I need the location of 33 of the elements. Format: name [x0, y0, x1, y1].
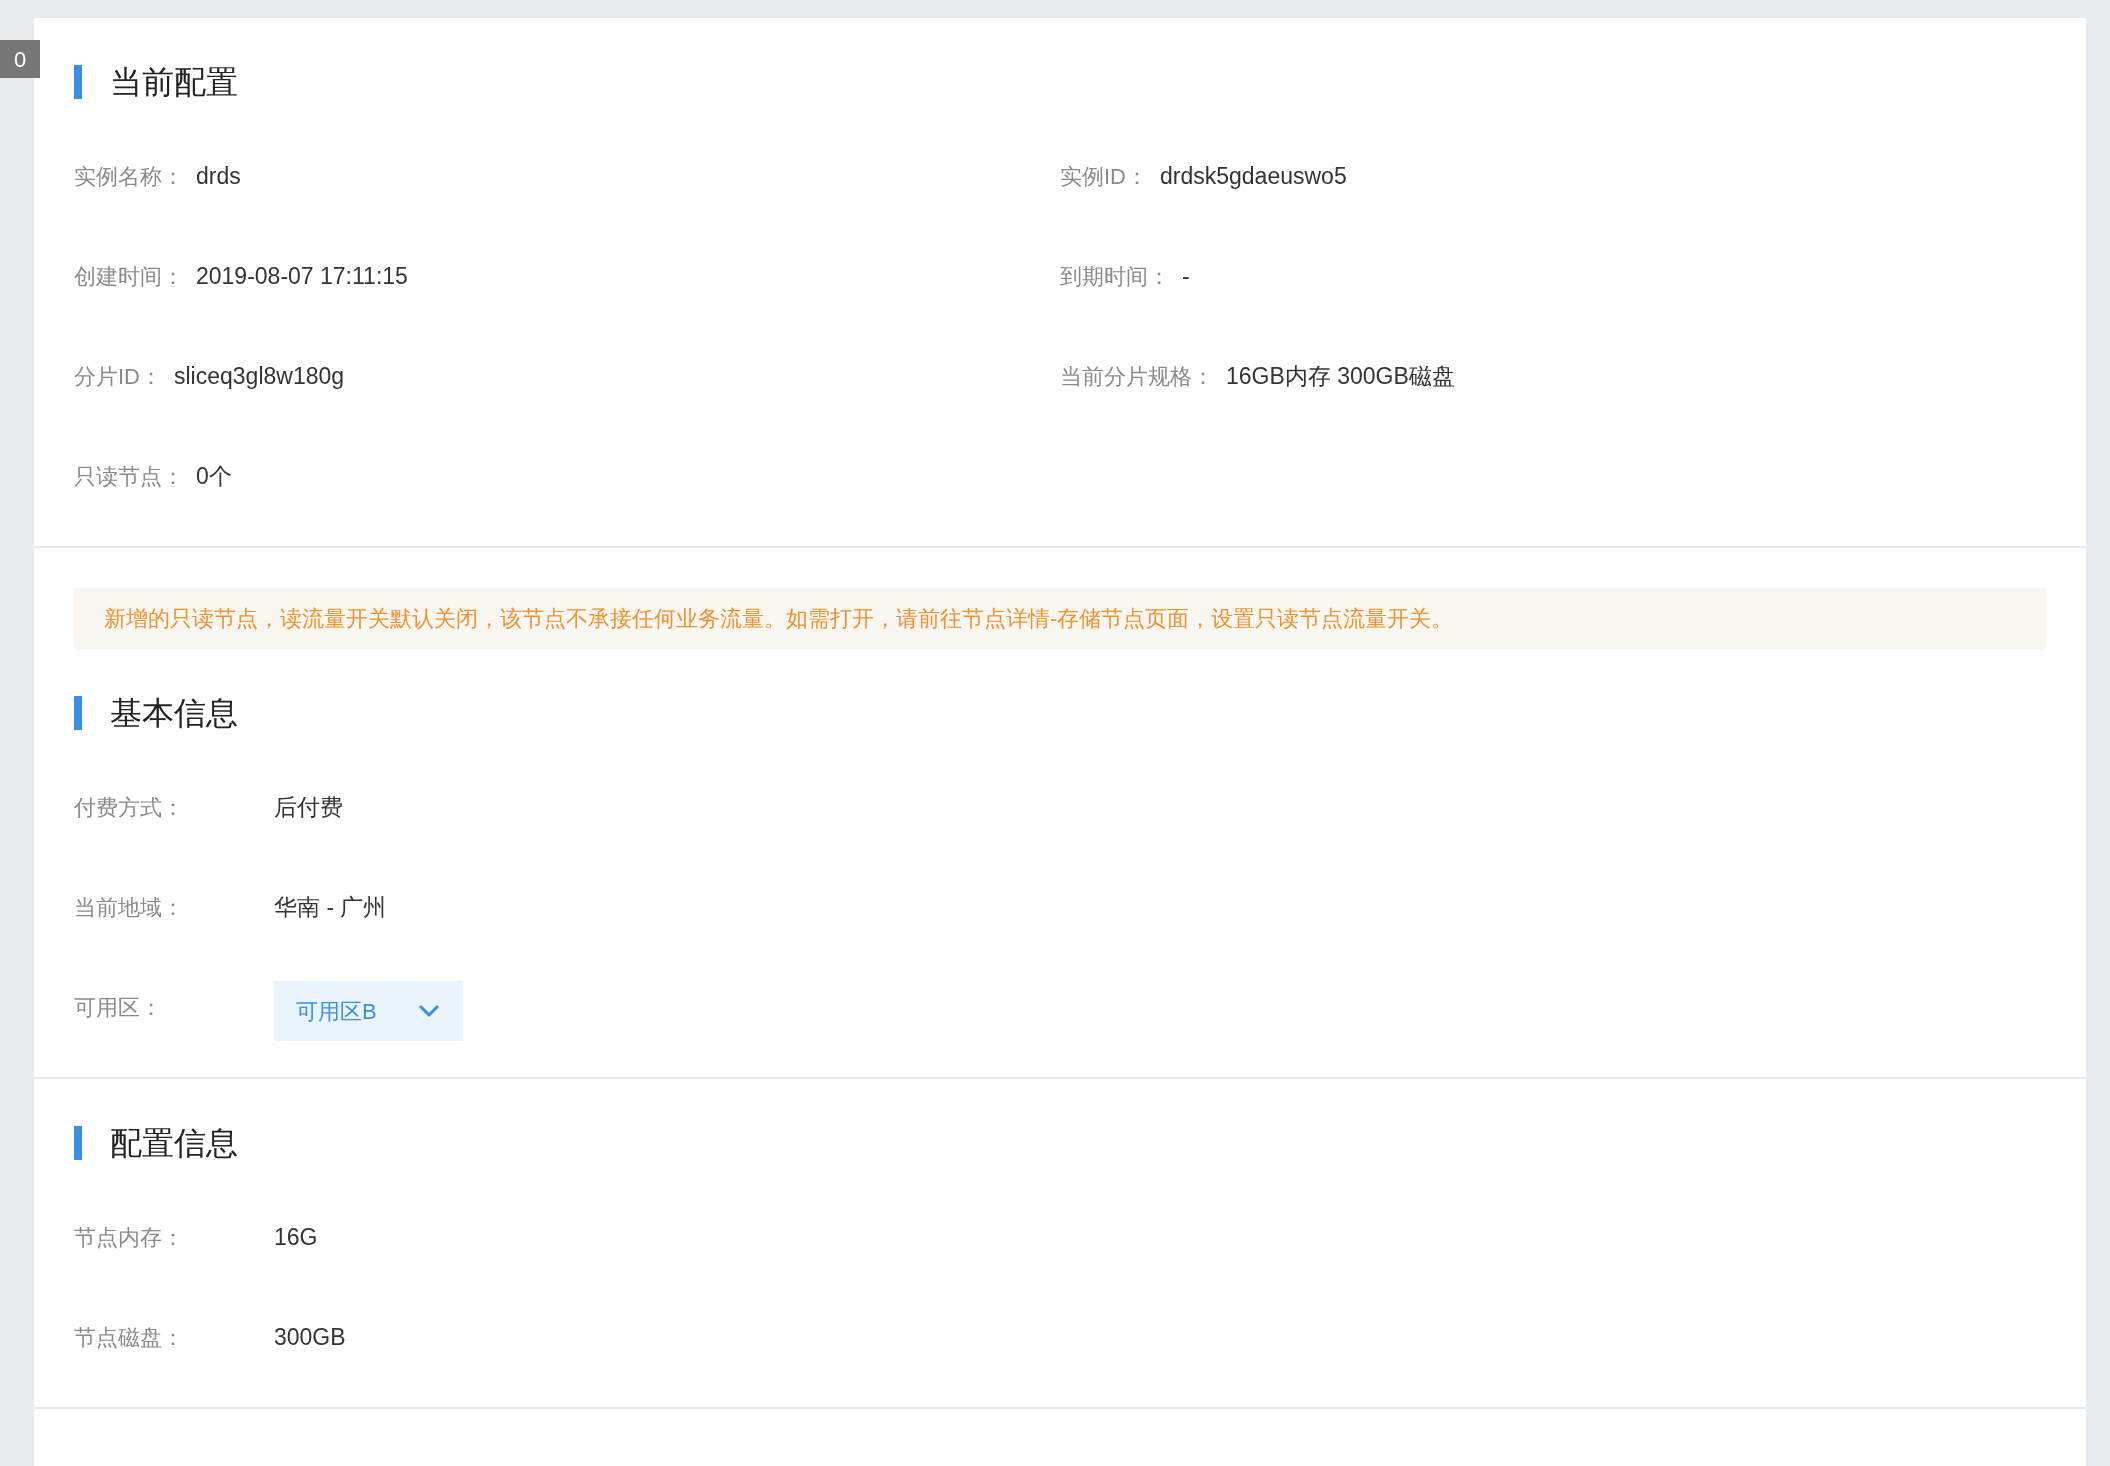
field-value: drds: [196, 161, 241, 191]
field-value: drdsk5gdaeuswo5: [1160, 161, 1347, 191]
section-accent-bar: [74, 696, 82, 730]
section-title: 基本信息: [110, 694, 238, 733]
notice-banner: 新增的只读节点，读流量开关默认关闭，该节点不承接任何业务流量。如需打开，请前往节点详情-存储节点页面，设置只读节点流量开关。: [74, 588, 2046, 649]
field-value: -: [1182, 261, 1190, 291]
field-value: 后付费: [274, 792, 343, 822]
field-label: 分片ID：: [74, 362, 162, 391]
field-value: 华南 - 广州: [274, 892, 387, 922]
section-accent-bar: [74, 65, 82, 99]
field-label: 只读节点：: [74, 462, 184, 491]
field-label: 可用区：: [74, 993, 163, 1022]
zone-select[interactable]: 可用区B: [274, 981, 463, 1041]
count-badge: 0: [0, 40, 40, 78]
field-label: 到期时间：: [1060, 262, 1170, 291]
field-value: 2019-08-07 17:11:15: [196, 261, 408, 291]
section-accent-bar: [74, 1126, 82, 1160]
field-label: 节点磁盘：: [74, 1323, 185, 1352]
field-label: 节点内存：: [74, 1223, 185, 1252]
field-value: 16G: [274, 1222, 318, 1252]
section-title: 当前配置: [110, 63, 238, 102]
field-value: 16GB内存 300GB磁盘: [1226, 361, 1455, 391]
field-label: 创建时间：: [74, 262, 184, 291]
field-label: 当前分片规格：: [1060, 362, 1214, 391]
field-value: 0个: [196, 461, 232, 491]
field-label: 实例名称：: [74, 162, 184, 191]
field-value: 300GB: [274, 1322, 346, 1352]
section-title: 配置信息: [110, 1124, 238, 1163]
chevron-down-icon: [416, 1003, 441, 1019]
field-label: 当前地域：: [74, 893, 185, 922]
field-label: 付费方式：: [74, 793, 185, 822]
field-value: sliceq3gl8w180g: [174, 361, 345, 391]
field-label: 实例ID：: [1060, 162, 1148, 191]
